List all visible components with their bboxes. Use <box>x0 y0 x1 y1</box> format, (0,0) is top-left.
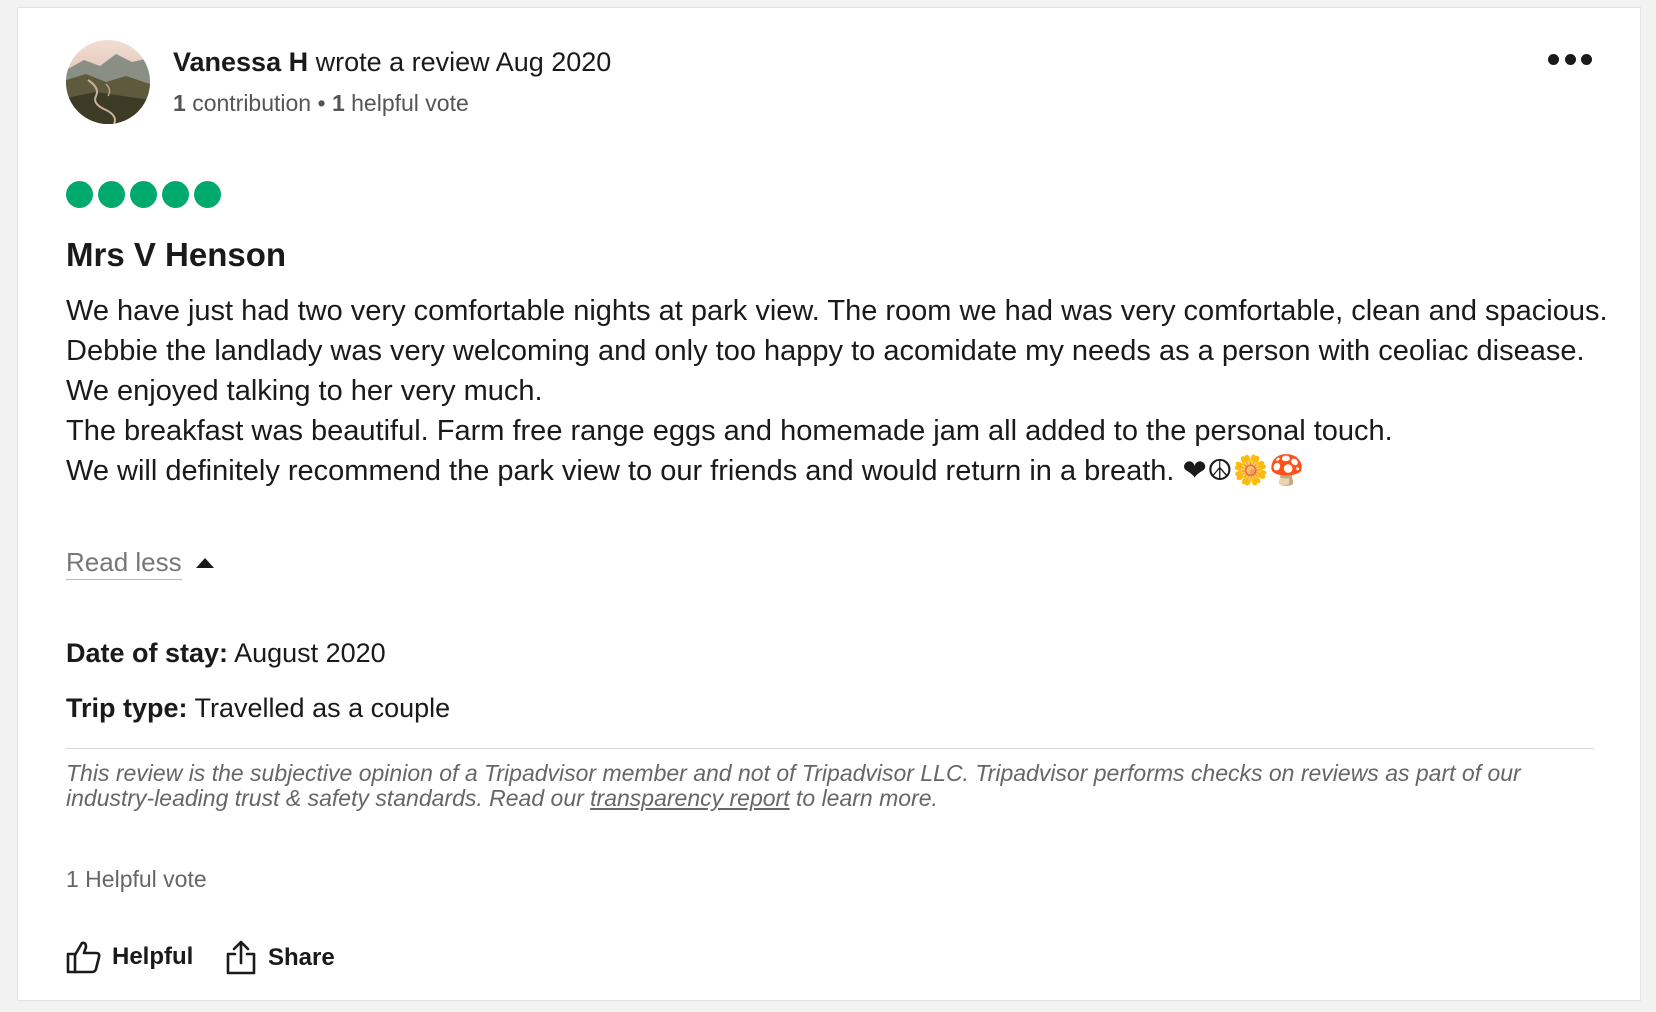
transparency-report-link[interactable]: transparency report <box>590 785 789 811</box>
helpful-button[interactable]: Helpful <box>66 940 193 974</box>
date-of-stay-label: Date of stay: <box>66 638 229 668</box>
username-link[interactable]: Vanessa H <box>173 47 308 77</box>
helpful-vote-label: helpful vote <box>351 90 469 116</box>
review-title[interactable]: Mrs V Henson <box>66 233 286 277</box>
trip-type: Trip type: Travelled as a couple <box>66 691 450 725</box>
review-disclaimer: This review is the subjective opinion of… <box>66 761 1606 811</box>
ellipsis-icon-dot <box>1548 53 1559 65</box>
ellipsis-icon-dot <box>1564 53 1576 65</box>
read-less-label: Read less <box>66 545 182 580</box>
trip-type-label: Trip type: <box>66 693 188 723</box>
thumbs-up-icon <box>66 940 102 974</box>
rating-bubble-icon <box>162 181 189 208</box>
review-card: Vanessa H wrote a review Aug 2020 1 cont… <box>17 7 1641 1001</box>
user-avatar[interactable] <box>66 40 150 124</box>
review-paragraph: The breakfast was beautiful. Farm free r… <box>66 415 1393 447</box>
helpful-label: Helpful <box>112 943 194 970</box>
helpful-vote-count: 1 <box>331 90 345 116</box>
trip-type-value: Travelled as a couple <box>194 693 451 723</box>
contribution-count: 1 <box>173 90 186 116</box>
rating-bubbles <box>66 181 221 208</box>
rating-bubble-icon <box>98 181 125 208</box>
contribution-label: contribution <box>192 90 312 116</box>
rating-bubble-icon <box>194 181 221 208</box>
disclaimer-text-end: to learn more. <box>789 785 938 811</box>
review-body: We have just had two very comfortable ni… <box>66 291 1626 491</box>
caret-up-icon <box>195 557 214 568</box>
landscape-avatar-icon <box>66 40 150 124</box>
read-less-button[interactable]: Read less <box>66 545 214 580</box>
review-paragraph: We enjoyed talking to her very much. <box>66 375 543 407</box>
helpful-votes-count: 1 Helpful vote <box>66 866 207 892</box>
date-of-stay: Date of stay: August 2020 <box>66 636 386 670</box>
review-paragraph: We have just had two very comfortable ni… <box>66 295 1608 367</box>
review-action-text: wrote a review Aug 2020 <box>315 47 612 77</box>
share-button[interactable]: Share <box>224 940 335 976</box>
more-options-button[interactable] <box>1548 44 1592 74</box>
meta-separator: • <box>317 90 326 116</box>
rating-bubble-icon <box>66 181 93 208</box>
review-paragraph: We will definitely recommend the park vi… <box>66 455 1306 487</box>
user-meta: 1 contribution • 1 helpful vote <box>173 88 469 118</box>
rating-bubble-icon <box>130 181 157 208</box>
review-header: Vanessa H wrote a review Aug 2020 <box>173 44 611 80</box>
ellipsis-icon-dot <box>1581 53 1592 65</box>
divider <box>66 748 1594 749</box>
date-of-stay-value: August 2020 <box>234 638 386 668</box>
share-label: Share <box>268 944 335 971</box>
share-icon <box>224 940 258 976</box>
